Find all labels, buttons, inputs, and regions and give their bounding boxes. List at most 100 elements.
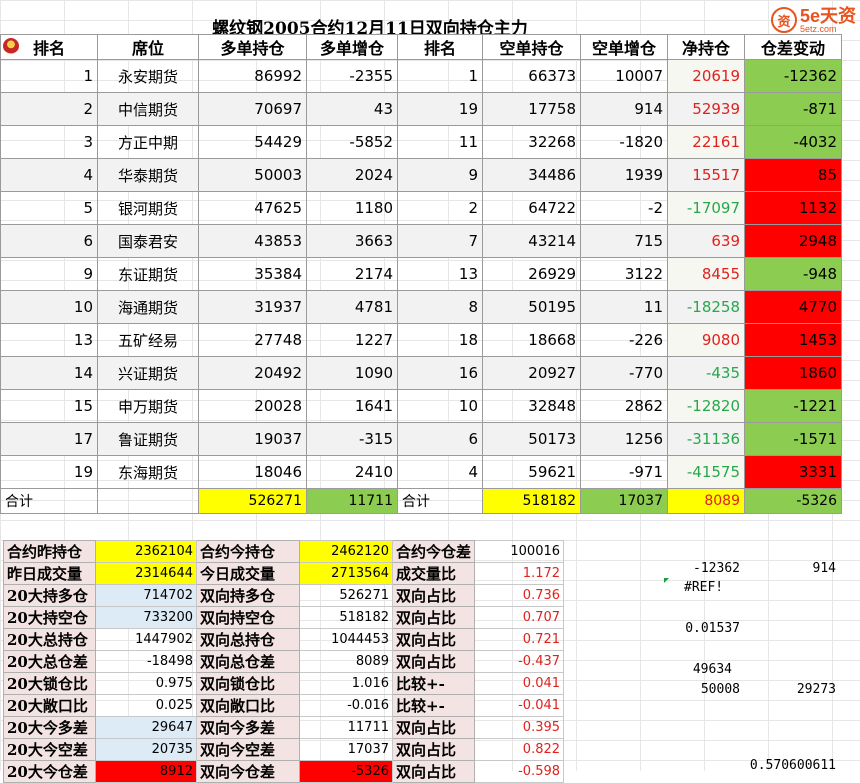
table-cell[interactable]: -18258 <box>667 290 745 324</box>
stats-value[interactable]: 2462120 <box>299 540 393 563</box>
broker-name[interactable]: 东海期货 <box>97 455 199 489</box>
table-cell[interactable]: 20927 <box>482 356 581 390</box>
table-cell[interactable]: 15517 <box>667 158 745 192</box>
stats-value[interactable]: -0.041 <box>474 694 565 717</box>
table-cell[interactable]: 20028 <box>198 389 307 423</box>
table-cell[interactable]: 19 <box>397 92 483 126</box>
stats-value[interactable]: 733200 <box>95 606 197 629</box>
stats-label[interactable]: 双向敞口比 <box>196 694 300 717</box>
column-header[interactable]: 仓差变动 <box>744 34 842 60</box>
stats-label[interactable]: 今日成交量 <box>196 562 300 585</box>
stats-value[interactable]: 0.721 <box>474 628 565 651</box>
table-cell[interactable]: 2862 <box>580 389 668 423</box>
column-header[interactable]: 净持仓 <box>667 34 745 60</box>
stats-value[interactable]: 518182 <box>299 606 393 629</box>
table-cell[interactable]: 59621 <box>482 455 581 489</box>
table-cell[interactable]: 54429 <box>198 125 307 159</box>
stats-label[interactable]: 20大今仓差 <box>3 760 96 783</box>
table-cell[interactable]: 43214 <box>482 224 581 258</box>
broker-name[interactable]: 五矿经易 <box>97 323 199 357</box>
side-value-4[interactable]: 49634 <box>670 662 732 677</box>
broker-name[interactable]: 东证期货 <box>97 257 199 291</box>
stats-value[interactable]: -5326 <box>299 760 393 783</box>
table-cell[interactable]: 3663 <box>306 224 398 258</box>
table-cell[interactable]: -971 <box>580 455 668 489</box>
stats-value[interactable]: -18498 <box>95 650 197 673</box>
stats-value[interactable]: 714702 <box>95 584 197 607</box>
table-cell[interactable]: 43853 <box>198 224 307 258</box>
column-header[interactable]: 空单增仓 <box>580 34 668 60</box>
table-cell[interactable]: 47625 <box>198 191 307 225</box>
table-cell[interactable]: 9080 <box>667 323 745 357</box>
table-cell[interactable]: 4781 <box>306 290 398 324</box>
table-cell[interactable]: 14 <box>0 356 98 390</box>
table-cell[interactable]: 17758 <box>482 92 581 126</box>
table-cell[interactable]: 13 <box>0 323 98 357</box>
column-header[interactable]: 多单增仓 <box>306 34 398 60</box>
stats-value[interactable]: -0.016 <box>299 694 393 717</box>
stats-value[interactable]: 1.172 <box>474 562 565 585</box>
totals-long[interactable]: 526271 <box>198 488 307 514</box>
totals-short-inc[interactable]: 17037 <box>580 488 668 514</box>
table-cell[interactable]: -4032 <box>744 125 842 159</box>
stats-value[interactable]: 0.736 <box>474 584 565 607</box>
stats-value[interactable]: 17037 <box>299 738 393 761</box>
table-cell[interactable]: 34486 <box>482 158 581 192</box>
table-cell[interactable]: 9 <box>0 257 98 291</box>
table-cell[interactable]: 32268 <box>482 125 581 159</box>
stats-label[interactable]: 比较+- <box>391 694 476 717</box>
table-cell[interactable]: 22161 <box>667 125 745 159</box>
table-cell[interactable]: 4 <box>0 158 98 192</box>
table-cell[interactable]: 1132 <box>744 191 842 225</box>
side-value-1[interactable]: -12362 <box>670 561 740 576</box>
stats-label[interactable]: 双向占比 <box>391 628 476 651</box>
table-cell[interactable]: 3 <box>0 125 98 159</box>
table-cell[interactable]: -41575 <box>667 455 745 489</box>
table-cell[interactable]: 9 <box>397 158 483 192</box>
stats-value[interactable]: 0.707 <box>474 606 565 629</box>
stats-label[interactable]: 合约昨持仓 <box>3 540 96 563</box>
totals-diff[interactable]: -5326 <box>744 488 842 514</box>
stats-label[interactable]: 双向持多仓 <box>196 584 300 607</box>
table-cell[interactable]: 10007 <box>580 59 668 93</box>
totals-label[interactable]: 合计 <box>0 488 98 514</box>
table-cell[interactable]: -226 <box>580 323 668 357</box>
broker-name[interactable]: 国泰君安 <box>97 224 199 258</box>
table-cell[interactable]: 3122 <box>580 257 668 291</box>
stats-label[interactable]: 成交量比 <box>391 562 476 585</box>
column-header[interactable]: 多单持仓 <box>198 34 307 60</box>
stats-value[interactable]: 0.025 <box>95 694 197 717</box>
stats-label[interactable]: 双向今空差 <box>196 738 300 761</box>
table-cell[interactable]: 8 <box>397 290 483 324</box>
stats-value[interactable]: 1447902 <box>95 628 197 651</box>
stats-label[interactable]: 昨日成交量 <box>3 562 96 585</box>
table-cell[interactable]: 50173 <box>482 422 581 456</box>
table-cell[interactable]: 1641 <box>306 389 398 423</box>
stats-label[interactable]: 双向占比 <box>391 716 476 739</box>
table-cell[interactable]: 2 <box>397 191 483 225</box>
stats-label[interactable]: 20大今空差 <box>3 738 96 761</box>
table-cell[interactable]: 4770 <box>744 290 842 324</box>
stats-value[interactable]: 0.395 <box>474 716 565 739</box>
stats-label[interactable]: 双向锁仓比 <box>196 672 300 695</box>
table-cell[interactable]: 914 <box>580 92 668 126</box>
stats-label[interactable]: 20大锁仓比 <box>3 672 96 695</box>
table-cell[interactable]: 31937 <box>198 290 307 324</box>
stats-value[interactable]: 2314644 <box>95 562 197 585</box>
stats-label[interactable]: 双向占比 <box>391 760 476 783</box>
side-value-3[interactable]: 0.01537 <box>670 621 740 636</box>
table-cell[interactable]: 639 <box>667 224 745 258</box>
table-cell[interactable]: -1820 <box>580 125 668 159</box>
table-cell[interactable]: 20619 <box>667 59 745 93</box>
table-cell[interactable]: 19 <box>0 455 98 489</box>
broker-name[interactable]: 鲁证期货 <box>97 422 199 456</box>
broker-name[interactable]: 华泰期货 <box>97 158 199 192</box>
stats-value[interactable]: 0.822 <box>474 738 565 761</box>
table-cell[interactable]: 64722 <box>482 191 581 225</box>
table-cell[interactable]: 1180 <box>306 191 398 225</box>
stats-value[interactable]: 29647 <box>95 716 197 739</box>
table-cell[interactable]: 18 <box>397 323 483 357</box>
table-cell[interactable]: -871 <box>744 92 842 126</box>
table-cell[interactable]: 5 <box>0 191 98 225</box>
stats-label[interactable]: 双向总仓差 <box>196 650 300 673</box>
